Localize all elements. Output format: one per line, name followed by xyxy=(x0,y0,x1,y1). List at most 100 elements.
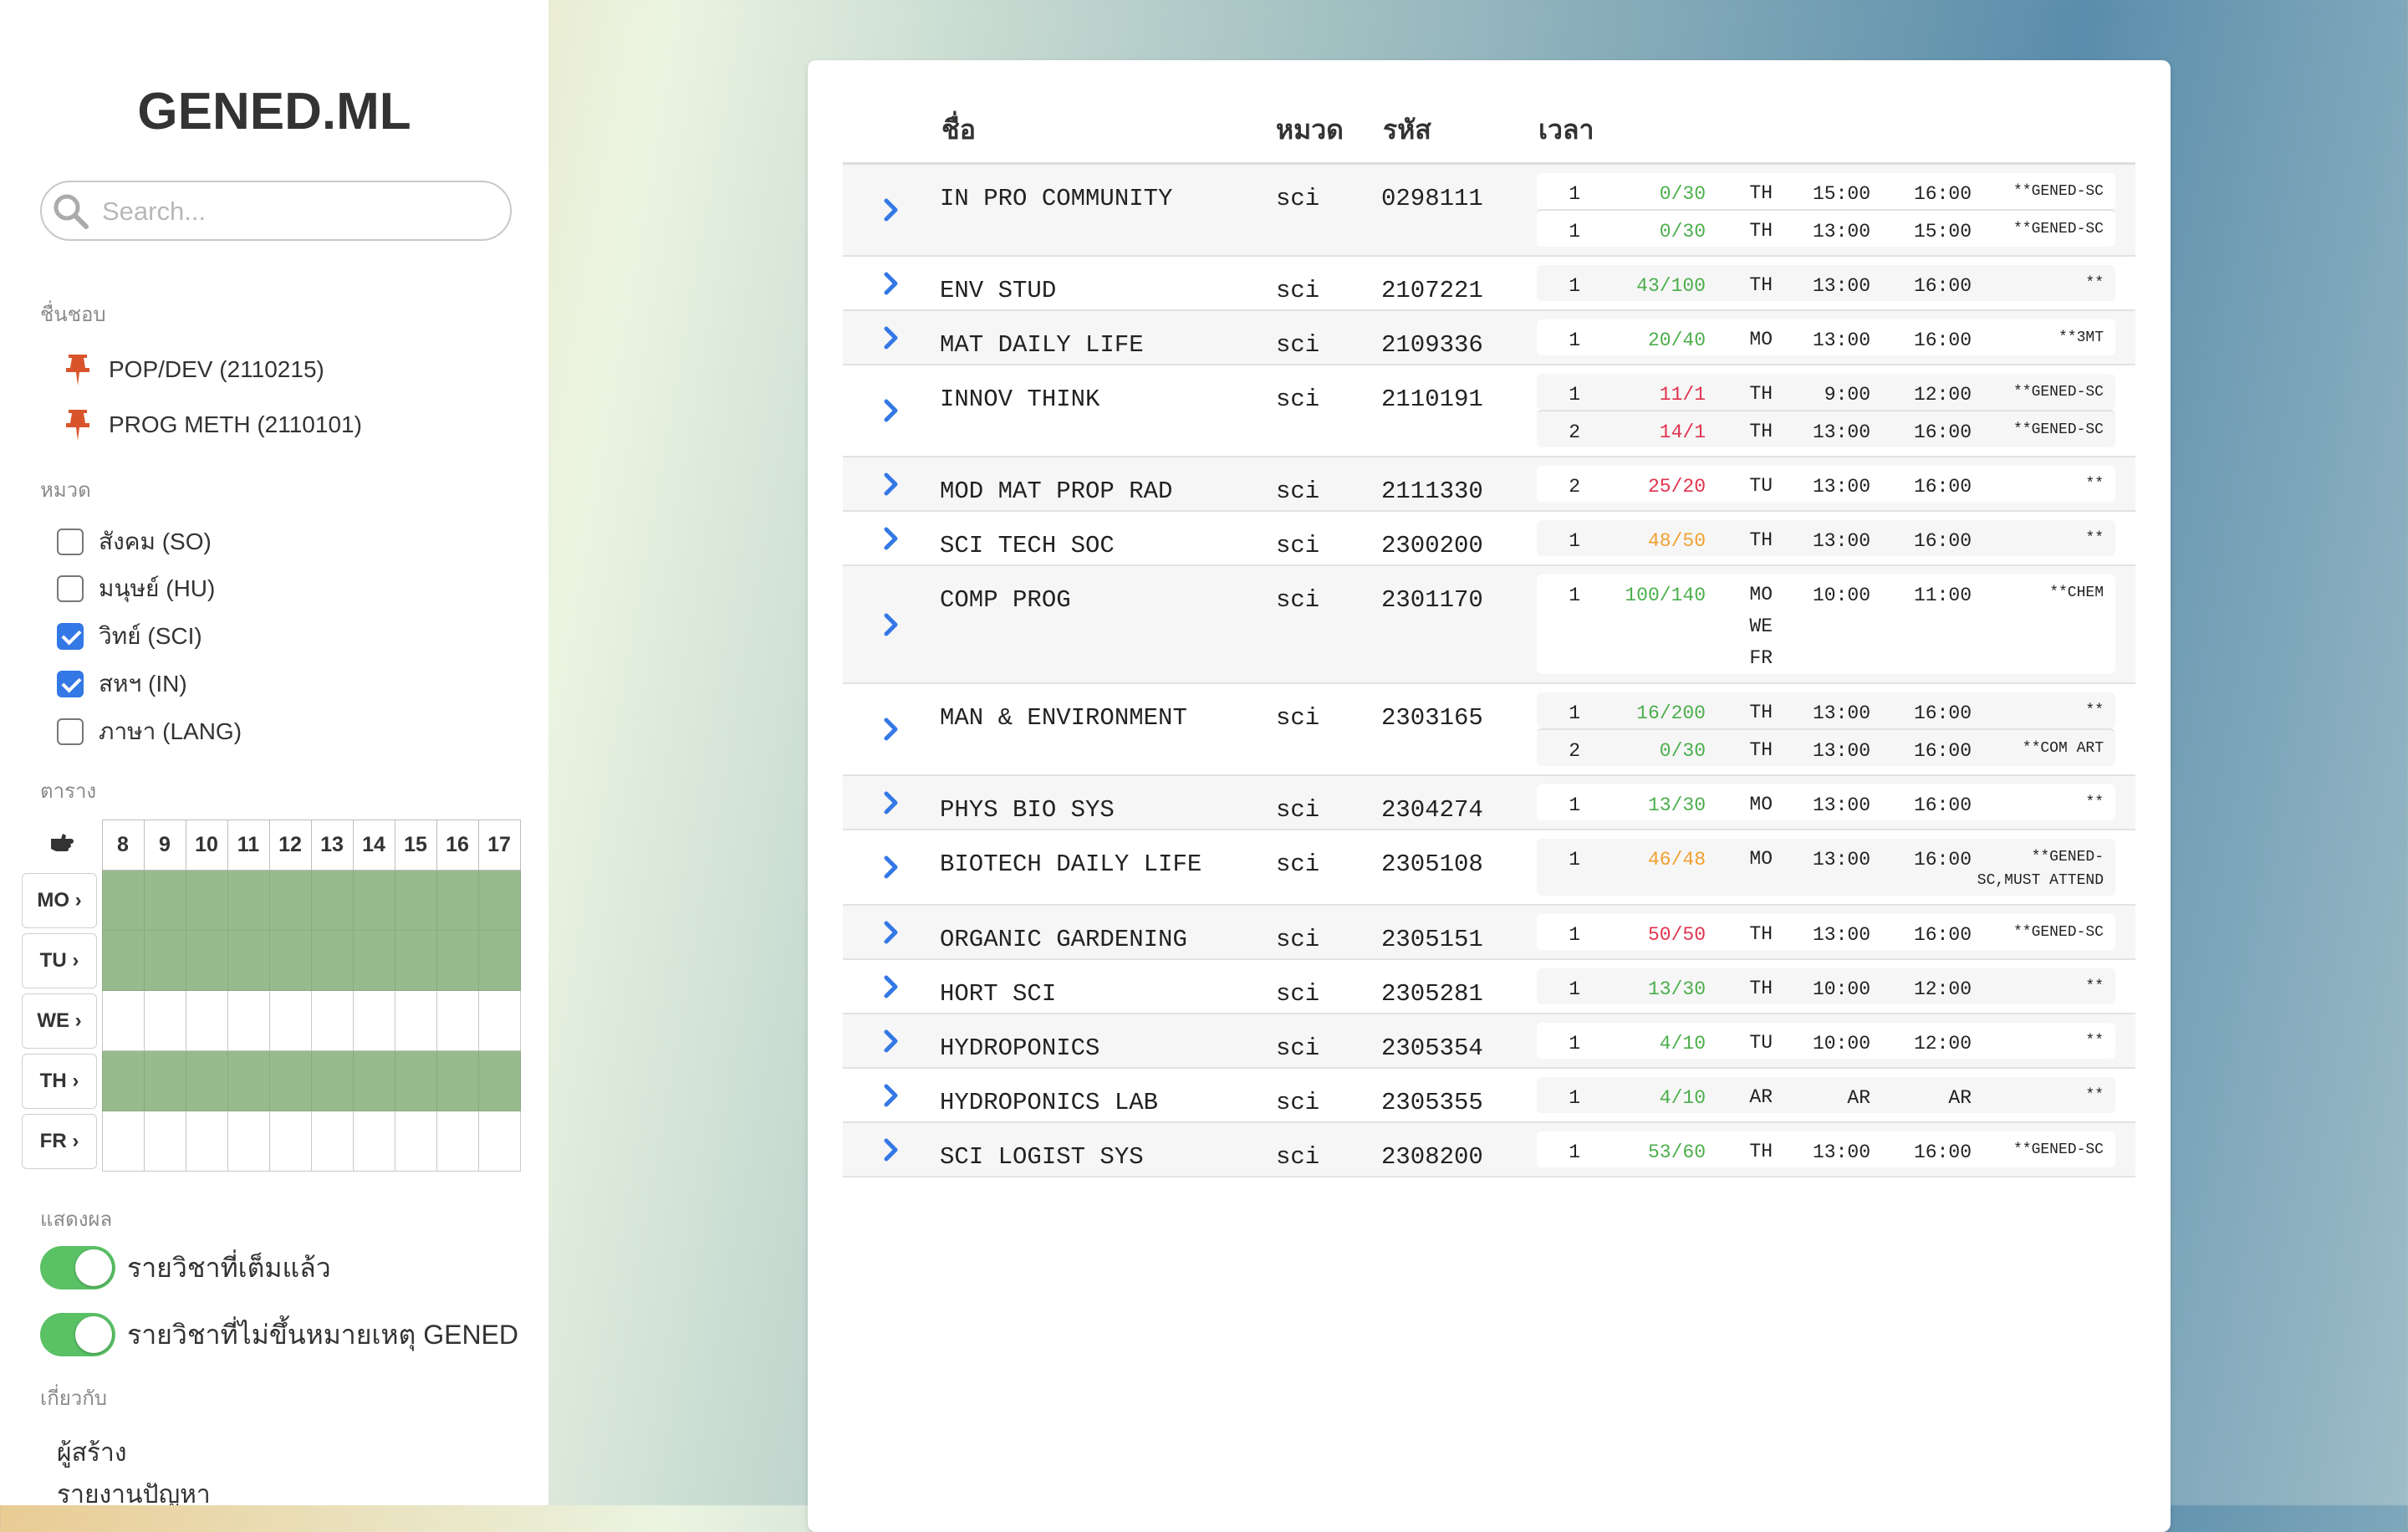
course-row[interactable]: PHYS BIO SYS sci 2304274 1 13/30 MO 13:00 16:00… xyxy=(843,776,2135,830)
day-button-th[interactable]: TH › xyxy=(22,1053,97,1109)
schedule-slot[interactable] xyxy=(227,1111,270,1172)
course-row[interactable]: SCI TECH SOC sci 2300200 1 48/50 TH 13:00 16:00… xyxy=(843,512,2135,566)
course-row[interactable]: BIOTECH DAILY LIFE sci 2305108 1 46/48 MO 13:0… xyxy=(843,830,2135,906)
schedule-slot[interactable] xyxy=(352,930,395,991)
schedule-slot[interactable] xyxy=(436,1050,479,1111)
schedule-slot[interactable] xyxy=(143,870,186,931)
schedule-slot[interactable] xyxy=(310,930,354,991)
chevron-right-icon[interactable] xyxy=(882,920,900,945)
day-button-tu[interactable]: TU › xyxy=(22,932,97,988)
checkbox-hu[interactable] xyxy=(57,575,84,602)
course-row[interactable]: INNOV THINK sci 2110191 1 11/1 TH 9:00 12:00 **G… xyxy=(843,365,2135,457)
course-row[interactable]: MAN & ENVIRONMENT sci 2303165 1 16/200 TH 13:0… xyxy=(843,684,2135,776)
checkbox-lang[interactable] xyxy=(57,718,84,745)
schedule-slot[interactable] xyxy=(352,990,395,1051)
schedule-slot[interactable] xyxy=(268,1050,312,1111)
schedule-slot[interactable] xyxy=(394,1111,437,1172)
category-so[interactable]: สังคม (SO) xyxy=(57,525,212,559)
schedule-slot[interactable] xyxy=(143,930,186,991)
chevron-right-icon[interactable] xyxy=(882,1029,900,1054)
schedule-slot[interactable] xyxy=(310,990,354,1051)
expand-chevron-icon[interactable] xyxy=(843,776,940,829)
search-box[interactable] xyxy=(40,181,512,241)
schedule-slot[interactable] xyxy=(477,930,521,991)
expand-chevron-icon[interactable] xyxy=(843,1069,940,1121)
checkbox-so[interactable] xyxy=(57,529,84,555)
chevron-right-icon[interactable] xyxy=(882,790,900,815)
schedule-slot[interactable] xyxy=(185,1050,228,1111)
schedule-slot[interactable] xyxy=(477,870,521,931)
search-input[interactable] xyxy=(100,191,497,232)
day-button-mo[interactable]: MO › xyxy=(22,872,97,928)
schedule-slot[interactable] xyxy=(477,1111,521,1172)
schedule-slot[interactable] xyxy=(185,1111,228,1172)
schedule-slot[interactable] xyxy=(101,990,145,1051)
toggle-show-non-gened[interactable]: รายวิชาที่ไม่ขึ้นหมายเหตุ GENED xyxy=(40,1313,518,1356)
chevron-right-icon[interactable] xyxy=(882,325,900,350)
chevron-right-icon[interactable] xyxy=(882,1083,900,1108)
schedule-slot[interactable] xyxy=(310,1111,354,1172)
expand-chevron-icon[interactable] xyxy=(843,684,940,774)
schedule-slot[interactable] xyxy=(394,930,437,991)
category-lang[interactable]: ภาษา (LANG) xyxy=(57,715,242,748)
schedule-slot[interactable] xyxy=(477,1050,521,1111)
toggle-switch[interactable] xyxy=(40,1313,115,1356)
pointing-hand-icon[interactable] xyxy=(49,832,74,854)
course-row[interactable]: HYDROPONICS sci 2305354 1 4/10 TU 10:00 12:00 ** xyxy=(843,1014,2135,1069)
schedule-slot[interactable] xyxy=(143,990,186,1051)
checkbox-sci[interactable] xyxy=(57,623,84,650)
schedule-slot[interactable] xyxy=(352,1050,395,1111)
chevron-right-icon[interactable] xyxy=(882,717,900,742)
schedule-slot[interactable] xyxy=(227,930,270,991)
schedule-slot[interactable] xyxy=(394,990,437,1051)
schedule-slot[interactable] xyxy=(352,870,395,931)
course-row[interactable]: IN PRO COMMUNITY sci 0298111 1 0/30 TH 15:00 16… xyxy=(843,165,2135,257)
schedule-slot[interactable] xyxy=(310,1050,354,1111)
schedule-slot[interactable] xyxy=(394,870,437,931)
favorite-item[interactable]: POP/DEV (2110215) xyxy=(64,351,324,388)
schedule-slot[interactable] xyxy=(436,930,479,991)
expand-chevron-icon[interactable] xyxy=(843,365,940,456)
schedule-slot[interactable] xyxy=(101,1050,145,1111)
schedule-slot[interactable] xyxy=(101,930,145,991)
chevron-right-icon[interactable] xyxy=(882,612,900,637)
schedule-slot[interactable] xyxy=(310,870,354,931)
day-button-we[interactable]: WE › xyxy=(22,993,97,1049)
course-row[interactable]: HORT SCI sci 2305281 1 13/30 TH 10:00 12:00 ** xyxy=(843,960,2135,1014)
schedule-slot[interactable] xyxy=(477,990,521,1051)
chevron-right-icon[interactable] xyxy=(882,526,900,551)
chevron-right-icon[interactable] xyxy=(882,855,900,880)
schedule-slot[interactable] xyxy=(436,1111,479,1172)
schedule-slot[interactable] xyxy=(268,990,312,1051)
course-row[interactable]: ENV STUD sci 2107221 1 43/100 TH 13:00 16:00 ** xyxy=(843,257,2135,311)
schedule-slot[interactable] xyxy=(436,870,479,931)
expand-chevron-icon[interactable] xyxy=(843,512,940,564)
category-sci[interactable]: วิทย์ (SCI) xyxy=(57,620,202,653)
expand-chevron-icon[interactable] xyxy=(843,906,940,958)
schedule-slot[interactable] xyxy=(101,1111,145,1172)
schedule-slot[interactable] xyxy=(268,930,312,991)
expand-chevron-icon[interactable] xyxy=(843,457,940,510)
course-row[interactable]: ORGANIC GARDENING sci 2305151 1 50/50 TH 13:00… xyxy=(843,906,2135,960)
expand-chevron-icon[interactable] xyxy=(843,960,940,1013)
schedule-slot[interactable] xyxy=(101,870,145,931)
schedule-slot[interactable] xyxy=(227,990,270,1051)
schedule-slot[interactable] xyxy=(227,1050,270,1111)
course-row[interactable]: MOD MAT PROP RAD sci 2111330 2 25/20 TU 13:00 1… xyxy=(843,457,2135,512)
schedule-slot[interactable] xyxy=(143,1050,186,1111)
expand-chevron-icon[interactable] xyxy=(843,311,940,364)
category-in[interactable]: สหฯ (IN) xyxy=(57,667,187,701)
course-row[interactable]: HYDROPONICS LAB sci 2305355 1 4/10 AR AR AR ** xyxy=(843,1069,2135,1123)
favorite-item[interactable]: PROG METH (2110101) xyxy=(64,406,362,443)
chevron-right-icon[interactable] xyxy=(882,974,900,999)
course-row[interactable]: MAT DAILY LIFE sci 2109336 1 20/40 MO 13:00 16:… xyxy=(843,311,2135,365)
schedule-slot[interactable] xyxy=(185,990,228,1051)
category-hu[interactable]: มนุษย์ (HU) xyxy=(57,572,215,605)
about-creator-link[interactable]: ผู้สร้าง xyxy=(57,1433,127,1473)
schedule-slot[interactable] xyxy=(227,870,270,931)
chevron-right-icon[interactable] xyxy=(882,1137,900,1162)
expand-chevron-icon[interactable] xyxy=(843,165,940,255)
chevron-right-icon[interactable] xyxy=(882,197,900,222)
expand-chevron-icon[interactable] xyxy=(843,830,940,904)
schedule-slot[interactable] xyxy=(268,1111,312,1172)
